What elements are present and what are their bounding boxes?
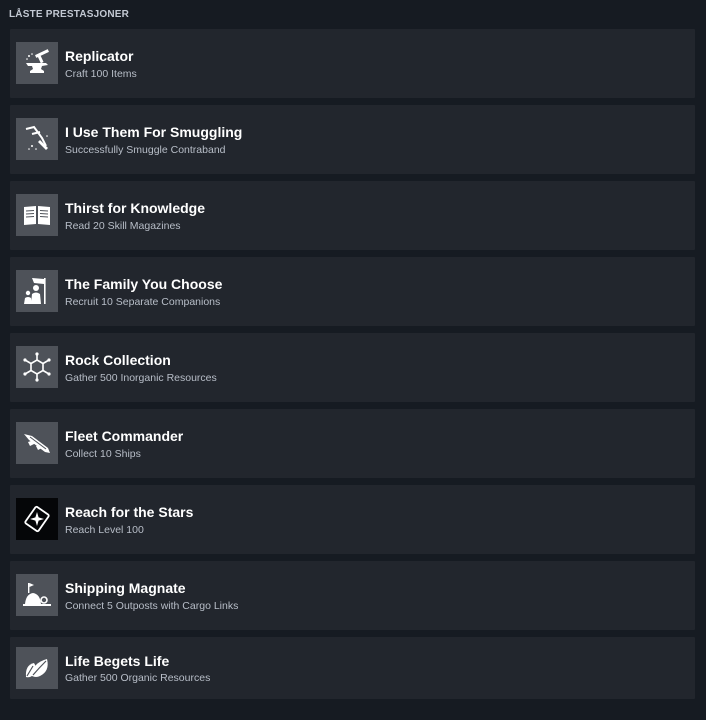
hexagon-molecule-icon xyxy=(16,346,58,388)
achievement-item-family-you-choose[interactable]: The Family You Choose Recruit 10 Separat… xyxy=(10,257,695,326)
section-title: LÅSTE PRESTASJONER xyxy=(9,9,130,20)
achievement-description: Gather 500 Organic Resources xyxy=(65,672,211,684)
achievement-item-thirst-for-knowledge[interactable]: Thirst for Knowledge Read 20 Skill Magaz… xyxy=(10,181,695,250)
achievement-item-rock-collection[interactable]: Rock Collection Gather 500 Inorganic Res… xyxy=(10,333,695,402)
achievement-title: Reach for the Stars xyxy=(65,504,194,520)
achievement-title: Rock Collection xyxy=(65,352,171,368)
smuggle-icon xyxy=(16,118,58,160)
achievement-description: Gather 500 Inorganic Resources xyxy=(65,372,217,384)
leaf-icon xyxy=(16,647,58,689)
achievement-description: Craft 100 Items xyxy=(65,68,137,80)
locked-achievements-list: Replicator Craft 100 Items I Use Them Fo… xyxy=(10,29,695,706)
achievement-item-shipping-magnate[interactable]: Shipping Magnate Connect 5 Outposts with… xyxy=(10,561,695,630)
achievement-title: Shipping Magnate xyxy=(65,580,186,596)
achievement-title: I Use Them For Smuggling xyxy=(65,124,243,140)
book-icon xyxy=(16,194,58,236)
achievement-description: Collect 10 Ships xyxy=(65,448,141,460)
companions-icon xyxy=(16,270,58,312)
achievement-description: Connect 5 Outposts with Cargo Links xyxy=(65,600,239,612)
achievement-item-fleet-commander[interactable]: Fleet Commander Collect 10 Ships xyxy=(10,409,695,478)
achievement-title: The Family You Choose xyxy=(65,276,223,292)
achievement-item-reach-for-the-stars[interactable]: Reach for the Stars Reach Level 100 xyxy=(10,485,695,554)
outpost-icon xyxy=(16,574,58,616)
achievement-title: Fleet Commander xyxy=(65,428,184,444)
achievement-description: Successfully Smuggle Contraband xyxy=(65,144,226,156)
ship-icon xyxy=(16,422,58,464)
star-card-icon xyxy=(16,498,58,540)
achievement-description: Reach Level 100 xyxy=(65,524,144,536)
achievement-title: Thirst for Knowledge xyxy=(65,200,205,216)
achievement-description: Recruit 10 Separate Companions xyxy=(65,296,221,308)
achievement-title: Replicator xyxy=(65,48,134,64)
achievement-title: Life Begets Life xyxy=(65,653,170,669)
achievement-item-life-begets-life[interactable]: Life Begets Life Gather 500 Organic Reso… xyxy=(10,637,695,699)
achievement-description: Read 20 Skill Magazines xyxy=(65,220,181,232)
achievement-item-smuggling[interactable]: I Use Them For Smuggling Successfully Sm… xyxy=(10,105,695,174)
anvil-icon xyxy=(16,42,58,84)
achievement-item-replicator[interactable]: Replicator Craft 100 Items xyxy=(10,29,695,98)
